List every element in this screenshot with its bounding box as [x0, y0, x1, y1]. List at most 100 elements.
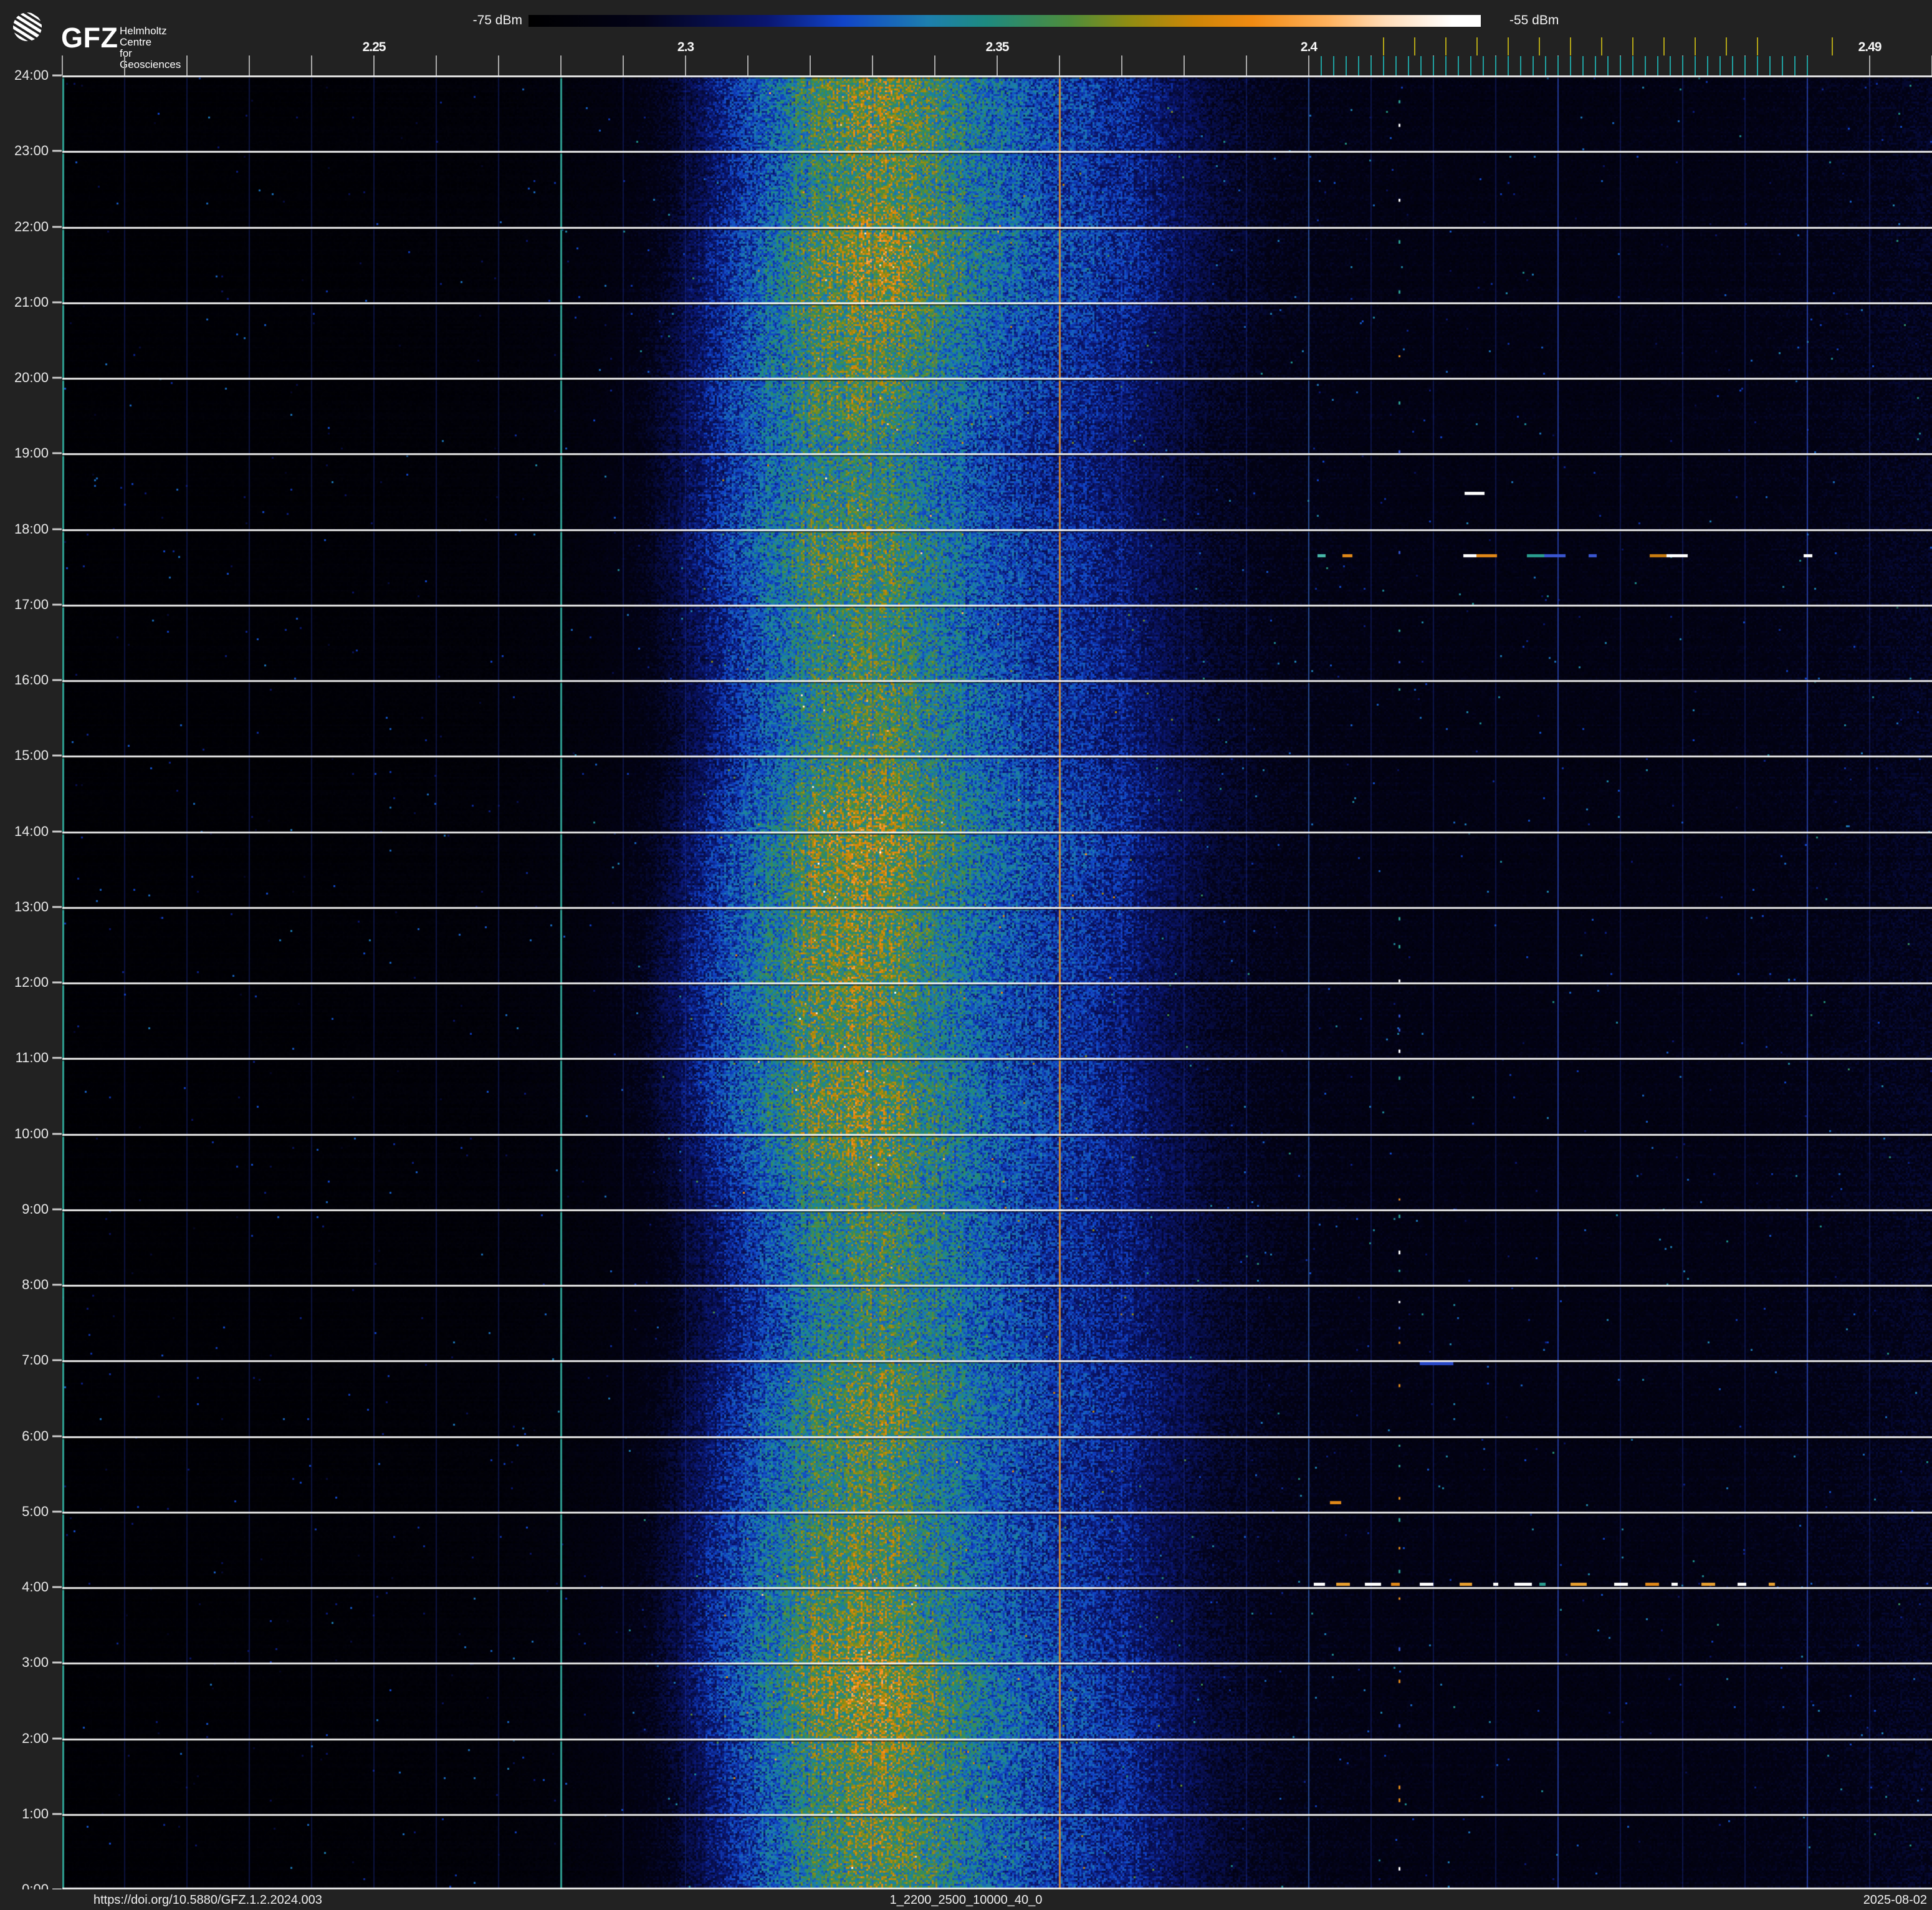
time-label-600: 6:00	[22, 1428, 49, 1444]
freq-major-tick	[623, 55, 624, 75]
time-tick	[52, 679, 62, 681]
time-tick	[52, 301, 62, 304]
time-label-700: 7:00	[22, 1352, 49, 1368]
wifi-channel-tick	[1476, 37, 1478, 55]
ble-channel-tick	[1607, 56, 1609, 75]
wifi-channel-tick	[1539, 37, 1540, 55]
gfz-logo-icon	[13, 12, 42, 41]
time-tick	[52, 74, 62, 77]
ble-channel-tick	[1420, 56, 1422, 75]
ble-channel-tick	[1383, 56, 1384, 75]
ble-channel-tick	[1433, 56, 1434, 75]
plot-area	[62, 75, 1932, 1889]
ble-channel-tick	[1346, 56, 1347, 75]
time-label-800: 8:00	[22, 1277, 49, 1292]
ble-channel-tick	[1782, 56, 1783, 75]
freq-label-2.4: 2.4	[1300, 40, 1317, 54]
freq-major-tick	[934, 55, 935, 75]
time-tick	[52, 830, 62, 832]
time-tick	[52, 1661, 62, 1664]
freq-major-tick	[747, 55, 748, 75]
gfz-logo-subtitle-line1: Helmholtz Centre	[120, 25, 167, 48]
freq-major-tick	[498, 55, 499, 75]
time-label-2300: 23:00	[14, 143, 49, 159]
wifi-channel-tick	[1695, 37, 1696, 55]
time-label-2000: 20:00	[14, 370, 49, 385]
time-tick	[52, 603, 62, 606]
time-tick	[52, 981, 62, 984]
ble-channel-tick	[1408, 56, 1409, 75]
wifi-channel-tick	[1414, 37, 1415, 55]
ble-channel-tick	[1682, 56, 1683, 75]
colorbar-max-label: -55 dBm	[1509, 13, 1559, 27]
ble-channel-tick	[1508, 56, 1509, 75]
freq-major-tick	[1869, 55, 1870, 75]
freq-major-tick	[373, 55, 375, 75]
ble-channel-tick	[1495, 56, 1496, 75]
time-tick	[52, 1737, 62, 1739]
ble-channel-tick	[1570, 56, 1571, 75]
freq-major-tick	[1308, 55, 1309, 75]
freq-major-tick	[249, 55, 250, 75]
time-tick	[52, 528, 62, 530]
ble-channel-tick	[1333, 56, 1334, 75]
ble-channel-tick	[1545, 56, 1546, 75]
freq-label-2.49: 2.49	[1858, 40, 1882, 54]
gfz-logo-acronym: GFZ	[61, 22, 118, 54]
time-tick	[52, 452, 62, 454]
time-label-2200: 22:00	[14, 218, 49, 234]
ble-channel-tick	[1470, 56, 1471, 75]
ble-channel-tick	[1458, 56, 1459, 75]
wifi-channel-tick	[1832, 37, 1833, 55]
time-tick	[52, 1510, 62, 1513]
wifi-channel-tick	[1726, 37, 1727, 55]
time-label-400: 4:00	[22, 1579, 49, 1595]
time-label-1900: 19:00	[14, 445, 49, 461]
freq-major-tick	[124, 55, 125, 75]
dataset-filename: 1_2200_2500_10000_40_0	[889, 1893, 1043, 1907]
freq-major-tick	[1121, 55, 1122, 75]
time-label-100: 1:00	[22, 1805, 49, 1821]
time-label-1100: 11:00	[15, 1050, 49, 1066]
freq-major-tick	[1059, 55, 1060, 75]
time-label-500: 5:00	[22, 1503, 49, 1519]
freq-major-tick	[872, 55, 873, 75]
ble-channel-tick	[1445, 56, 1447, 75]
freq-major-tick	[186, 55, 188, 75]
ble-channel-tick	[1732, 56, 1733, 75]
doi-link[interactable]: https://doi.org/10.5880/GFZ.1.2.2024.003	[93, 1893, 322, 1908]
ble-channel-tick	[1807, 56, 1808, 75]
freq-major-tick	[1184, 55, 1185, 75]
ble-channel-tick	[1520, 56, 1521, 75]
freq-major-tick	[810, 55, 811, 75]
freq-major-tick	[997, 55, 998, 75]
gfz-logo-subtitle-line2: for Geosciences	[120, 47, 181, 70]
time-label-300: 3:00	[22, 1654, 49, 1671]
freq-label-2.35: 2.35	[985, 40, 1010, 54]
time-label-1700: 17:00	[14, 596, 49, 612]
time-label-200: 2:00	[22, 1730, 49, 1746]
ble-channel-tick	[1645, 56, 1646, 75]
freq-major-tick	[685, 55, 686, 75]
time-tick	[52, 1813, 62, 1815]
ble-channel-tick	[1595, 56, 1596, 75]
ble-channel-tick	[1707, 56, 1708, 75]
footer-bar: https://doi.org/10.5880/GFZ.1.2.2024.003…	[0, 1889, 1932, 1910]
ble-channel-tick	[1395, 56, 1397, 75]
ble-channel-tick	[1769, 56, 1771, 75]
freq-major-tick	[560, 55, 562, 75]
date-label: 2025-08-02	[1863, 1893, 1927, 1907]
gfz-logo-subtitle: Helmholtz Centre for Geosciences	[120, 26, 181, 70]
freq-major-tick	[62, 55, 63, 75]
ble-channel-tick	[1757, 56, 1758, 75]
ble-channel-tick	[1533, 56, 1534, 75]
wifi-channel-tick	[1757, 37, 1758, 55]
ble-channel-tick	[1321, 56, 1322, 75]
spectrogram-app: { "header": { "logo": { "acronym": "GFZ"…	[0, 0, 1932, 1910]
time-tick	[52, 150, 62, 152]
wifi-channel-tick	[1445, 37, 1447, 55]
time-tick	[52, 226, 62, 228]
colorbar-gradient	[528, 15, 1481, 27]
wifi-channel-tick	[1601, 37, 1602, 55]
wifi-channel-tick	[1663, 37, 1665, 55]
